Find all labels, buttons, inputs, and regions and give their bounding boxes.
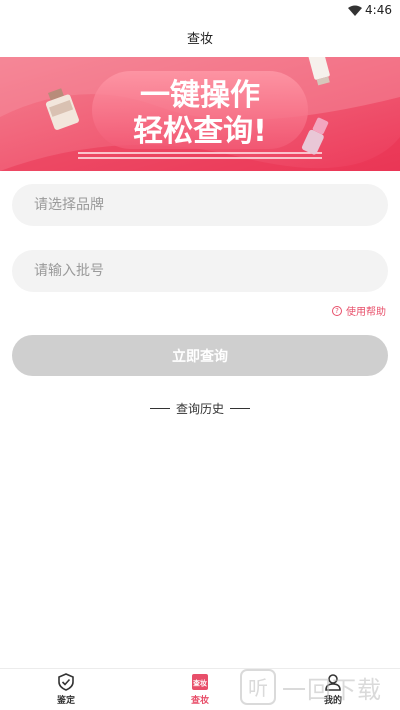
watermark-logo-icon: 听 xyxy=(240,669,276,705)
batch-number-input[interactable] xyxy=(12,250,388,292)
status-bar: 4:46 xyxy=(0,0,400,22)
query-tile-icon: 查妆 xyxy=(192,674,208,690)
banner-line2: 轻松查询! xyxy=(133,114,267,149)
brand-select-field[interactable] xyxy=(12,184,388,226)
shield-check-icon xyxy=(58,673,74,691)
wifi-icon xyxy=(348,5,362,16)
svg-text:听: 听 xyxy=(248,676,268,700)
query-history-link[interactable]: 查询历史 xyxy=(0,400,400,417)
query-history-label: 查询历史 xyxy=(175,402,224,416)
watermark-text: 一回下载 xyxy=(282,675,382,704)
title-bar: 查妆 xyxy=(0,24,400,56)
tab-query[interactable]: 查妆 查妆 xyxy=(175,673,225,706)
help-label: 使用帮助 xyxy=(346,307,386,318)
tab-appraisal-label: 鉴定 xyxy=(56,696,75,706)
query-tile-text: 查妆 xyxy=(193,679,207,688)
promo-banner: 一键操作 轻松查询! xyxy=(0,57,400,171)
status-time: 4:46 xyxy=(365,3,392,17)
divider-left xyxy=(149,408,170,409)
query-button[interactable]: 立即查询 xyxy=(12,335,388,376)
help-question-icon: ? xyxy=(332,305,342,316)
watermark: 听 一回下载 xyxy=(240,664,400,710)
help-link[interactable]: ? 使用帮助 xyxy=(332,303,386,318)
banner-line1: 一键操作 xyxy=(140,78,260,113)
divider-right xyxy=(230,408,250,409)
page-title: 查妆 xyxy=(186,32,213,47)
tab-query-label: 查妆 xyxy=(190,696,209,706)
tab-appraisal[interactable]: 鉴定 xyxy=(41,673,91,706)
